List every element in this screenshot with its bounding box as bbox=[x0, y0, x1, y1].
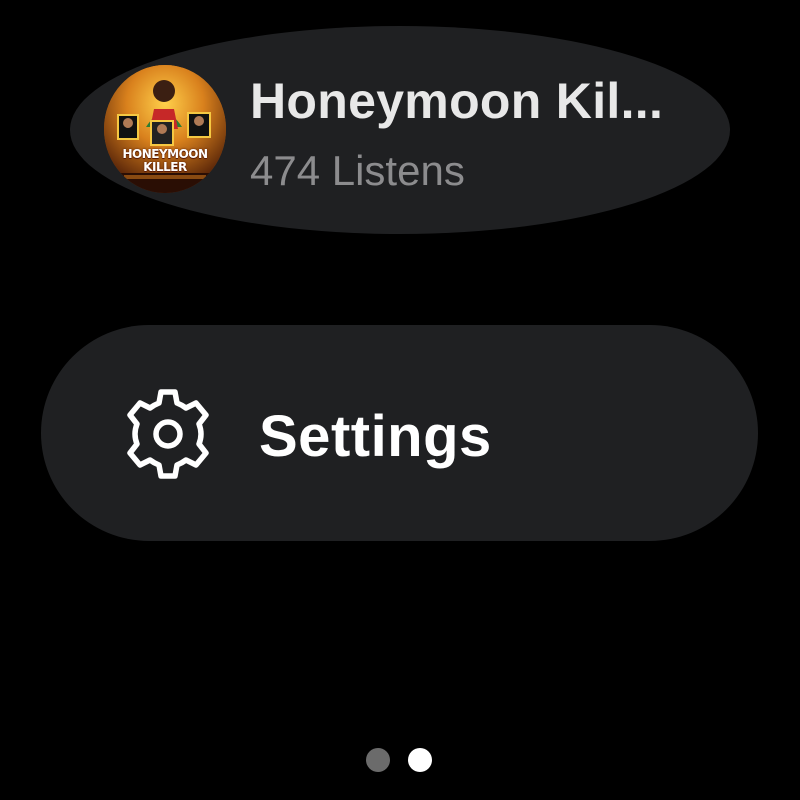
page-dot-1 bbox=[366, 748, 390, 772]
thumbnail-title-line-1: HONEYMOON bbox=[122, 147, 208, 161]
page-indicator bbox=[366, 748, 432, 774]
page-dot-2-active bbox=[408, 748, 432, 772]
watch-screen: HONEYMOON KILLER Honeymoon Kil... 474 Li… bbox=[0, 0, 800, 800]
thumbnail-title-line-2: KILLER bbox=[143, 160, 187, 174]
episode-title: Honeymoon Kil... bbox=[250, 73, 664, 129]
episode-thumbnail: HONEYMOON KILLER bbox=[104, 65, 226, 193]
settings-label: Settings bbox=[259, 404, 492, 469]
episode-listen-count: 474 Listens bbox=[250, 147, 465, 194]
gear-icon bbox=[127, 389, 209, 479]
